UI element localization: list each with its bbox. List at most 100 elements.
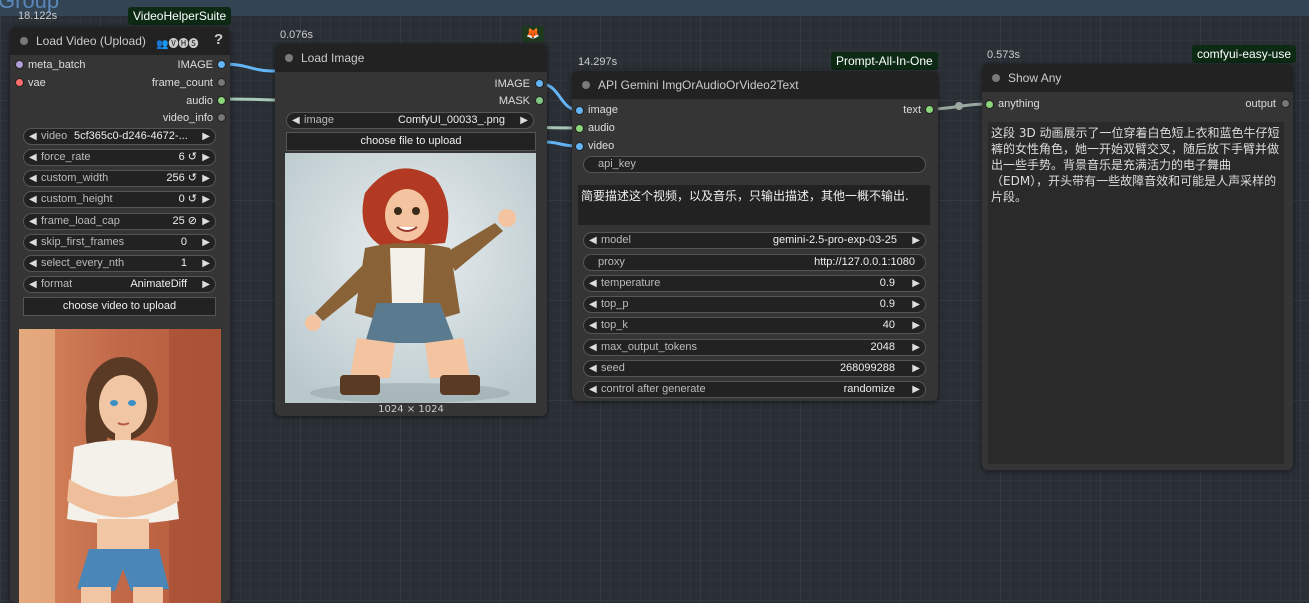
arrow-left-icon[interactable]: ◀ xyxy=(589,361,597,376)
audio-output-label: audio xyxy=(186,95,213,107)
show-node-badge: comfyui-easy-use xyxy=(1192,45,1297,63)
collapse-dot-icon[interactable] xyxy=(20,37,28,45)
arrow-right-icon[interactable]: ▶ xyxy=(912,297,920,312)
collapse-dot-icon[interactable] xyxy=(582,81,590,89)
meta-batch-input-dot[interactable] xyxy=(15,60,24,69)
arrow-right-icon[interactable]: ▶ xyxy=(202,256,210,271)
arrow-right-icon[interactable]: ▶ xyxy=(912,233,920,248)
help-icon[interactable]: ? xyxy=(214,31,223,48)
widget-value: 0 ↺ xyxy=(178,193,197,205)
video-select-widget[interactable]: ◀ video 5cf365c0-d246-4672-... ▶ xyxy=(23,128,216,145)
choose-video-button[interactable]: choose video to upload xyxy=(23,297,216,316)
image-select-widget[interactable]: ◀ image ComfyUI_00033_.png ▶ xyxy=(286,112,534,129)
arrow-left-icon[interactable]: ◀ xyxy=(589,340,597,355)
arrow-right-icon[interactable]: ▶ xyxy=(202,129,210,144)
arrow-left-icon[interactable]: ◀ xyxy=(29,235,37,250)
choose-file-button[interactable]: choose file to upload xyxy=(286,132,536,151)
arrow-left-icon[interactable]: ◀ xyxy=(589,233,597,248)
arrow-left-icon[interactable]: ◀ xyxy=(29,129,37,144)
arrow-right-icon[interactable]: ▶ xyxy=(202,171,210,186)
widget-value: 1 xyxy=(180,257,187,269)
widget-label: api_key xyxy=(598,158,636,170)
arrow-left-icon[interactable]: ◀ xyxy=(589,276,597,291)
audio-input-dot[interactable] xyxy=(575,124,584,133)
collapse-dot-icon[interactable] xyxy=(285,54,293,62)
anything-input-dot[interactable] xyxy=(985,100,994,109)
arrow-right-icon[interactable]: ▶ xyxy=(202,192,210,207)
show-any-output-text[interactable]: 这段 3D 动画展示了一位穿着白色短上衣和蓝色牛仔短裤的女性角色，她一开始双臂交… xyxy=(988,122,1284,464)
load-image-title-bar[interactable]: Load Image xyxy=(275,44,547,72)
image-output-dot[interactable] xyxy=(535,79,544,88)
arrow-right-icon[interactable]: ▶ xyxy=(202,277,210,292)
show-node-timing: 0.573s xyxy=(987,49,1021,61)
arrow-right-icon[interactable]: ▶ xyxy=(912,361,920,376)
widget-value: 0.9 xyxy=(879,277,895,289)
arrow-left-icon[interactable]: ◀ xyxy=(29,277,37,292)
frame-load-cap-widget[interactable]: ◀ frame_load_cap 25 ⊘ ▶ xyxy=(23,213,216,230)
arrow-right-icon[interactable]: ▶ xyxy=(202,150,210,165)
skip-first-frames-widget[interactable]: ◀ skip_first_frames 0 ▶ xyxy=(23,234,216,251)
custom-height-widget[interactable]: ◀ custom_height 0 ↺ ▶ xyxy=(23,191,216,208)
arrow-right-icon[interactable]: ▶ xyxy=(912,382,920,397)
api-key-field[interactable]: api_key xyxy=(583,156,926,173)
audio-output-dot[interactable] xyxy=(217,96,226,105)
top-p-widget[interactable]: ◀ top_p 0.9 ▶ xyxy=(583,296,926,313)
widget-label: custom_height xyxy=(41,193,113,205)
arrow-left-icon[interactable]: ◀ xyxy=(29,214,37,229)
arrow-right-icon[interactable]: ▶ xyxy=(202,235,210,250)
widget-label: frame_load_cap xyxy=(41,215,120,227)
gemini-title-bar[interactable]: API Gemini ImgOrAudioOrVideo2Text xyxy=(572,71,938,99)
video-preview xyxy=(19,329,221,603)
arrow-left-icon[interactable]: ◀ xyxy=(29,192,37,207)
output-output-dot[interactable] xyxy=(1281,99,1290,108)
format-widget[interactable]: ◀ format AnimateDiff ▶ xyxy=(23,276,216,293)
arrow-left-icon[interactable]: ◀ xyxy=(589,382,597,397)
image-node-timing: 0.076s xyxy=(280,29,314,41)
collapse-dot-icon[interactable] xyxy=(992,74,1000,82)
widget-label: proxy xyxy=(598,256,625,268)
custom-width-widget[interactable]: ◀ custom_width 256 ↺ ▶ xyxy=(23,170,216,187)
seed-widget[interactable]: ◀ seed 268099288 ▶ xyxy=(583,360,926,377)
arrow-right-icon[interactable]: ▶ xyxy=(520,113,528,128)
proxy-widget[interactable]: proxy http://127.0.0.1:1080 xyxy=(583,254,926,271)
model-widget[interactable]: ◀ model gemini-2.5-pro-exp-03-25 ▶ xyxy=(583,232,926,249)
arrow-right-icon[interactable]: ▶ xyxy=(912,276,920,291)
select-every-nth-widget[interactable]: ◀ select_every_nth 1 ▶ xyxy=(23,255,216,272)
load-image-node[interactable]: Load Image IMAGE MASK ◀ image ComfyUI_00… xyxy=(275,44,547,416)
video-info-output-dot[interactable] xyxy=(217,113,226,122)
arrow-right-icon[interactable]: ▶ xyxy=(912,340,920,355)
arrow-left-icon[interactable]: ◀ xyxy=(29,256,37,271)
arrow-left-icon[interactable]: ◀ xyxy=(29,150,37,165)
arrow-left-icon[interactable]: ◀ xyxy=(292,113,300,128)
frame-count-output-label: frame_count xyxy=(151,77,213,89)
widget-label: video xyxy=(41,130,68,142)
video-node-badge: VideoHelperSuite xyxy=(128,7,232,25)
arrow-right-icon[interactable]: ▶ xyxy=(912,318,920,333)
widget-value: AnimateDiff xyxy=(130,278,187,290)
frame-count-output-dot[interactable] xyxy=(217,78,226,87)
video-input-dot[interactable] xyxy=(575,142,584,151)
max-output-tokens-widget[interactable]: ◀ max_output_tokens 2048 ▶ xyxy=(583,339,926,356)
arrow-right-icon[interactable]: ▶ xyxy=(202,214,210,229)
arrow-left-icon[interactable]: ◀ xyxy=(589,318,597,333)
load-video-title-bar[interactable]: Load Video (Upload) 👥🅥🅗🅢 ? xyxy=(10,27,230,55)
load-video-node[interactable]: Load Video (Upload) 👥🅥🅗🅢 ? meta_batch va… xyxy=(10,27,230,603)
image-output-dot[interactable] xyxy=(217,60,226,69)
mask-output-dot[interactable] xyxy=(535,96,544,105)
temperature-widget[interactable]: ◀ temperature 0.9 ▶ xyxy=(583,275,926,292)
image-input-dot[interactable] xyxy=(575,106,584,115)
gemini-node[interactable]: API Gemini ImgOrAudioOrVideo2Text image … xyxy=(572,71,938,401)
output-output-label: output xyxy=(1245,98,1276,110)
top-k-widget[interactable]: ◀ top_k 40 ▶ xyxy=(583,317,926,334)
arrow-left-icon[interactable]: ◀ xyxy=(589,297,597,312)
arrow-left-icon[interactable]: ◀ xyxy=(29,171,37,186)
prompt-textarea[interactable]: 简要描述这个视频，以及音乐，只输出描述，其他一概不输出. xyxy=(578,185,930,225)
meta-batch-input-label: meta_batch xyxy=(28,59,86,71)
force-rate-widget[interactable]: ◀ force_rate 6 ↺ ▶ xyxy=(23,149,216,166)
show-any-title-bar[interactable]: Show Any xyxy=(982,64,1293,92)
vae-input-dot[interactable] xyxy=(15,78,24,87)
show-any-node[interactable]: Show Any anything output 这段 3D 动画展示了一位穿着… xyxy=(982,64,1293,470)
control-after-generate-widget[interactable]: ◀ control after generate randomize ▶ xyxy=(583,381,926,398)
text-output-dot[interactable] xyxy=(925,105,934,114)
widget-value: 40 xyxy=(882,319,895,331)
